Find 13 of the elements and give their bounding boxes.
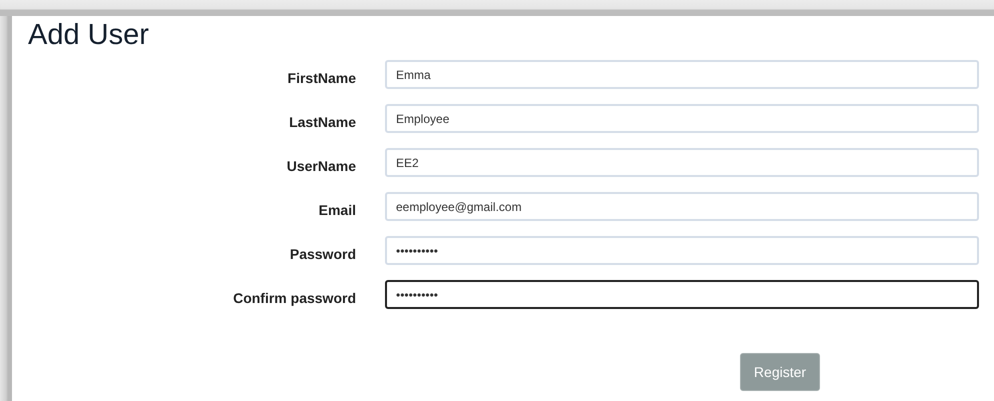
field-label: FirstName — [288, 68, 356, 86]
field-label: Password — [290, 244, 356, 262]
input-field[interactable]: EE2 — [385, 148, 979, 177]
input-field[interactable]: •••••••••• — [385, 280, 979, 309]
field-label: Confirm password — [233, 288, 356, 306]
input-field[interactable]: •••••••••• — [385, 236, 979, 265]
field-label: Email — [318, 200, 356, 218]
field-label: UserName — [286, 156, 356, 174]
input-field[interactable]: eemployee@gmail.com — [385, 192, 979, 221]
input-field[interactable]: Employee — [385, 104, 979, 133]
field-label: LastName — [289, 112, 356, 130]
input-field[interactable]: Emma — [385, 60, 979, 89]
page-title: Add User — [28, 18, 150, 52]
